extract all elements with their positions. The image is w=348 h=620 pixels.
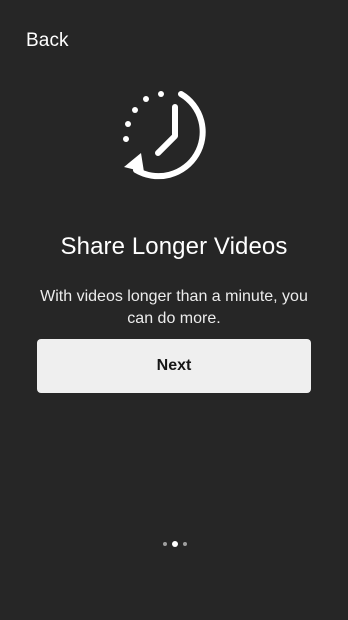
clock-dot-icon: [158, 91, 164, 97]
page-dot-2-active: [172, 541, 178, 547]
longer-videos-intro-screen: Back Share Longer Videos With videos lon…: [0, 0, 348, 620]
page-title: Share Longer Videos: [60, 233, 288, 261]
clock-history-arrow-icon: [124, 153, 144, 172]
clock-dot-icon: [132, 107, 138, 113]
next-button[interactable]: Next: [37, 339, 311, 393]
clock-dot-icon: [123, 136, 129, 142]
page-dot-3: [183, 542, 187, 546]
intro-description: With videos longer than a minute, you ca…: [40, 288, 308, 327]
clock-dot-icon: [143, 96, 149, 102]
page-indicator: [163, 541, 187, 547]
page-dot-1: [163, 542, 167, 546]
clock-ring-icon: [133, 91, 206, 180]
back-button[interactable]: Back: [26, 29, 69, 53]
clock-history-icon: [123, 91, 206, 180]
clock-hands-icon: [155, 104, 178, 156]
clock-dot-icon: [125, 121, 131, 127]
